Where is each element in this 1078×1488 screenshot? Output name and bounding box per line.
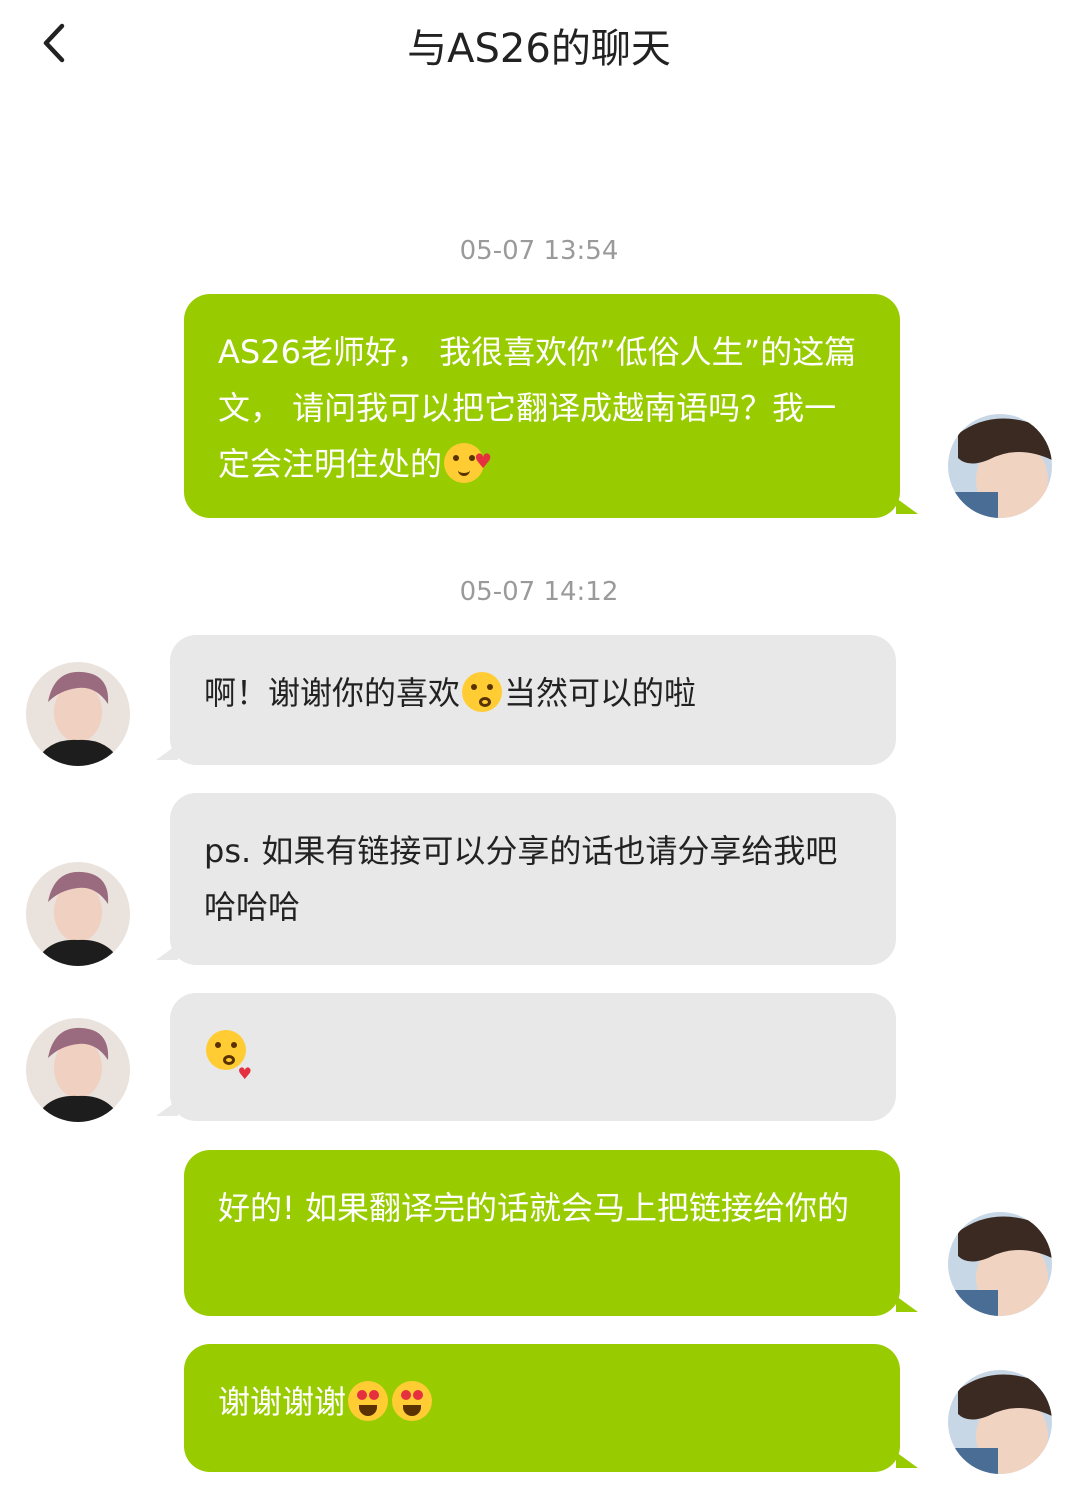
- contact-avatar[interactable]: [26, 862, 130, 966]
- my-avatar[interactable]: [948, 1212, 1052, 1316]
- heart-eyes-icon: [348, 1381, 389, 1421]
- contact-avatar[interactable]: [26, 1018, 130, 1122]
- message-bubble-received[interactable]: 啊！谢谢你的喜欢 当然可以的啦: [170, 635, 896, 765]
- message-bubble-sent[interactable]: 好的! 如果翻译完的话就会马上把链接给你的: [184, 1150, 900, 1316]
- timestamp: 05-07 14:12: [459, 577, 619, 607]
- message-text: 好的! 如果翻译完的话就会马上把链接给你的: [218, 1189, 850, 1227]
- my-avatar[interactable]: [948, 414, 1052, 518]
- bubble-tail: [896, 1452, 918, 1468]
- message-text: 谢谢谢谢: [218, 1383, 347, 1421]
- contact-avatar[interactable]: [26, 662, 130, 766]
- page-title: 与AS26的聊天: [407, 26, 671, 72]
- bubble-tail: [896, 498, 918, 514]
- message-bubble-sent[interactable]: 谢谢谢谢: [184, 1344, 900, 1472]
- chat-header: 与AS26的聊天: [0, 0, 1078, 90]
- heart-eyes-icon: [392, 1381, 433, 1421]
- bubble-tail: [896, 1296, 918, 1312]
- smiling-face-with-hearts-icon: [444, 433, 492, 489]
- message-text: 当然可以的啦: [504, 674, 697, 712]
- my-avatar[interactable]: [948, 1370, 1052, 1474]
- kissing-face-smiling-eyes-icon: [462, 672, 503, 712]
- message-bubble-received[interactable]: [170, 993, 896, 1121]
- message-text: 啊！谢谢你的喜欢: [204, 674, 461, 712]
- message-text: ps. 如果有链接可以分享的话也请分享给我吧哈哈哈: [204, 832, 838, 926]
- face-blowing-kiss-icon: [206, 1030, 252, 1102]
- message-bubble-sent[interactable]: AS26老师好， 我很喜欢你”低俗人生”的这篇文， 请问我可以把它翻译成越南语吗…: [184, 294, 900, 518]
- timestamp: 05-07 13:54: [459, 236, 619, 266]
- message-text: AS26老师好， 我很喜欢你”低俗人生”的这篇文， 请问我可以把它翻译成越南语吗…: [218, 333, 857, 483]
- message-bubble-received[interactable]: ps. 如果有链接可以分享的话也请分享给我吧哈哈哈: [170, 793, 896, 965]
